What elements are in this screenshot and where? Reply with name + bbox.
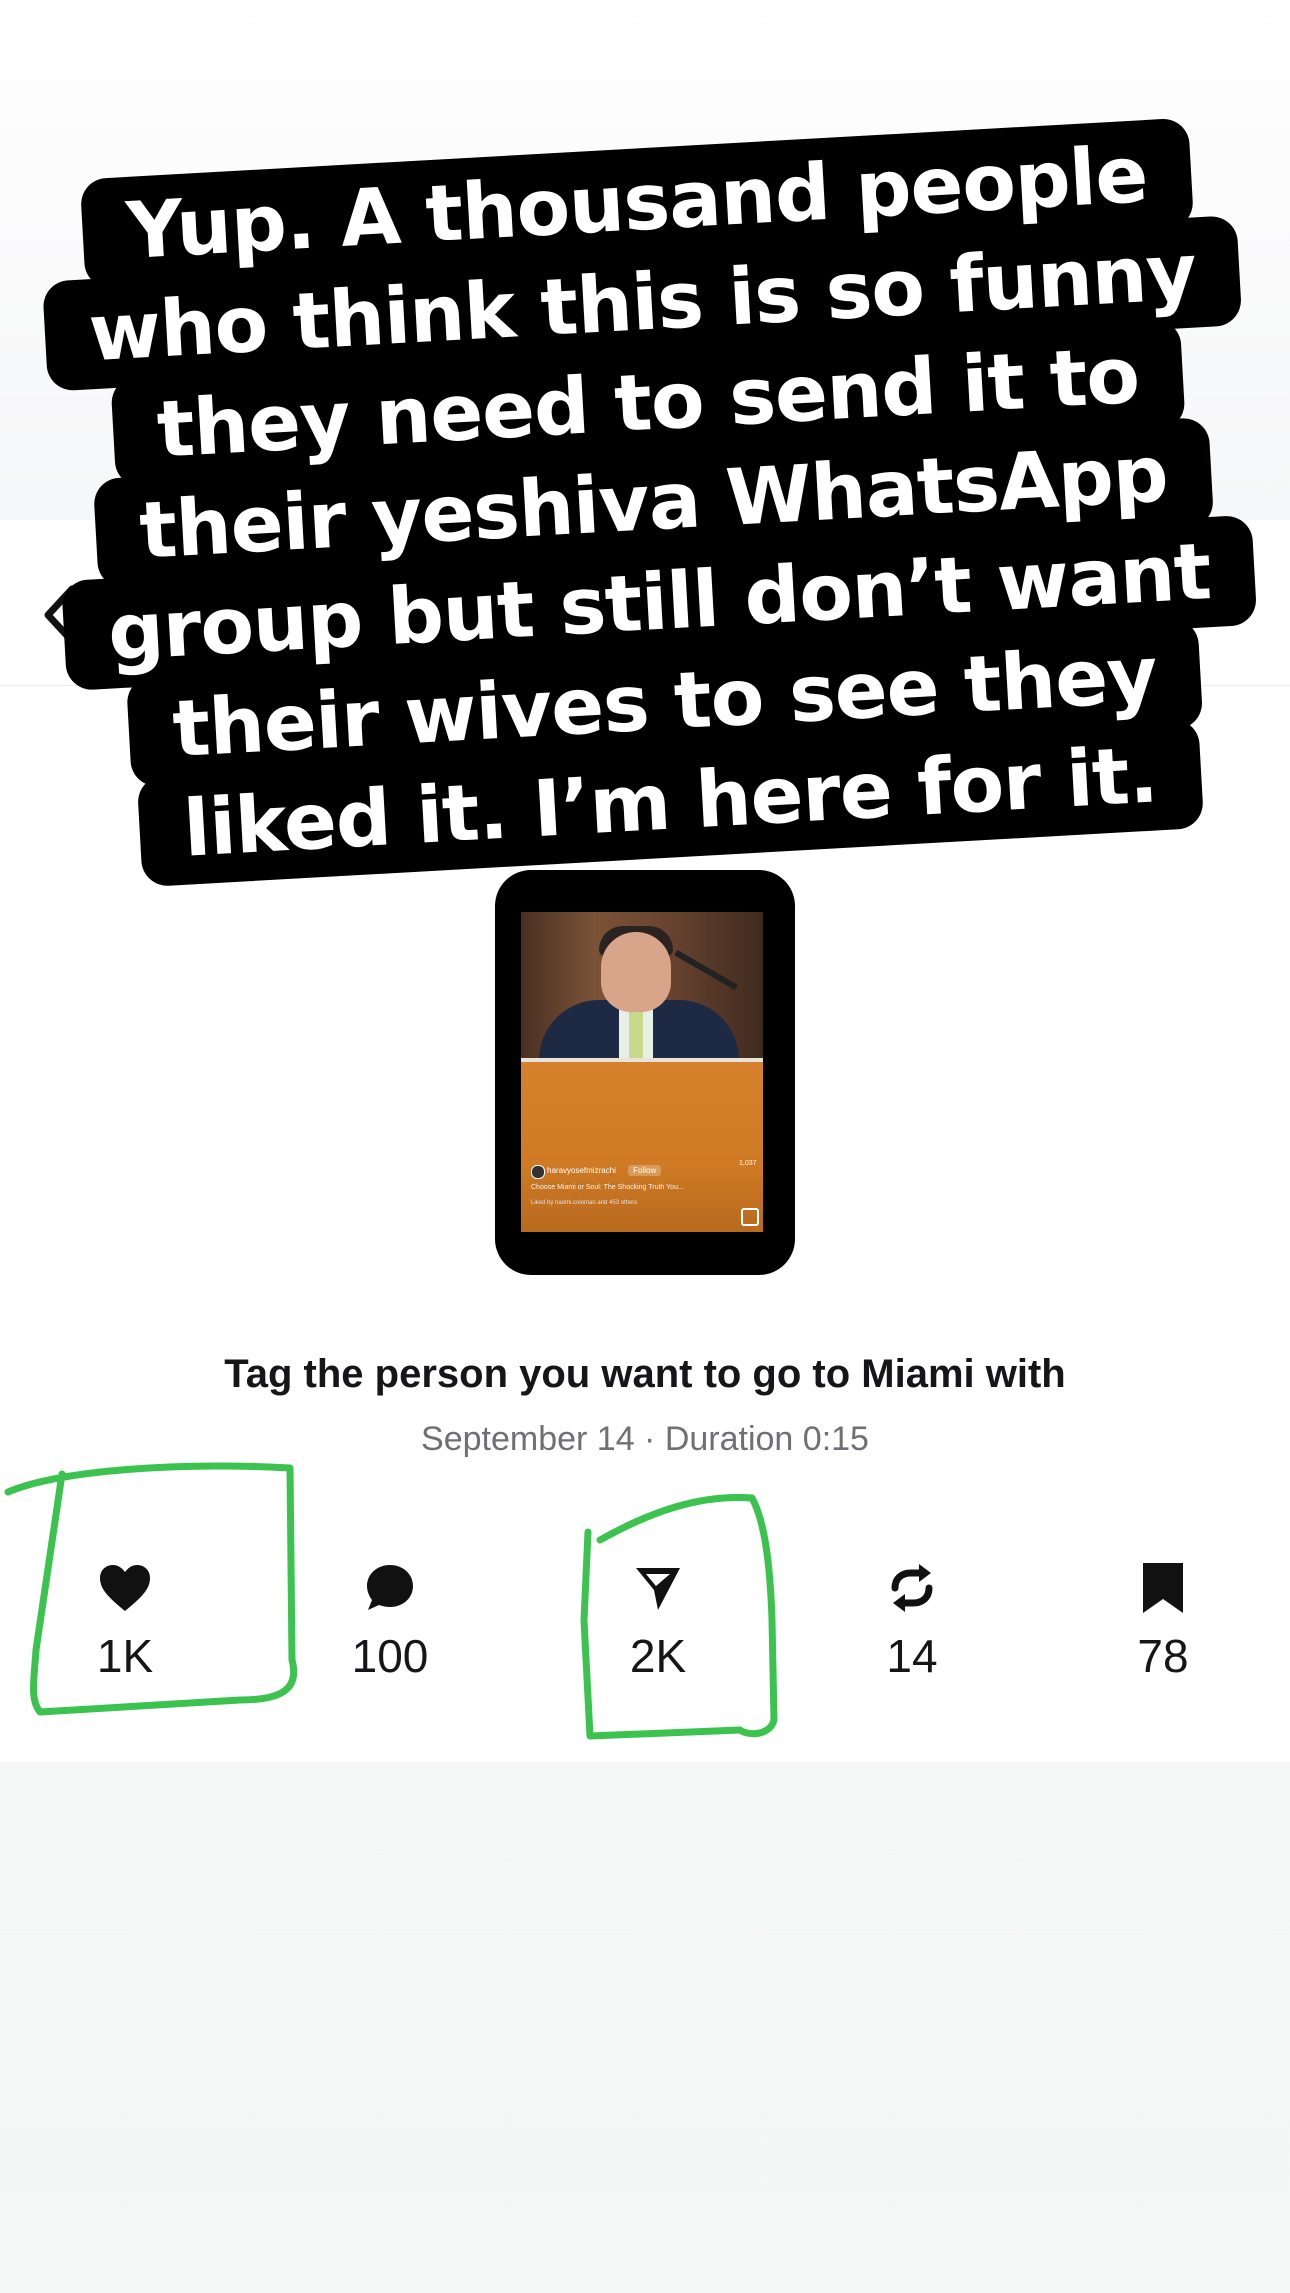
heart-icon — [97, 1560, 153, 1616]
comment-count: 100 — [351, 1630, 429, 1682]
bookmark-button[interactable]: 78 — [1083, 1560, 1243, 1690]
post-title: Tag the person you want to go to Miami w… — [224, 1352, 1066, 1396]
video-follow-label: Follow — [628, 1165, 662, 1176]
comment-icon — [362, 1560, 418, 1616]
share-count: 2K — [629, 1630, 687, 1682]
repost-button[interactable]: 14 — [832, 1560, 992, 1690]
video-caption: Choose Miami or Soul: The Shocking Truth… — [531, 1184, 684, 1191]
bookmark-count: 78 — [1137, 1630, 1189, 1682]
video-avatar — [531, 1165, 545, 1179]
video-save-icon — [741, 1208, 759, 1226]
repost-count: 14 — [886, 1630, 938, 1682]
like-button[interactable]: 1K — [45, 1560, 205, 1690]
like-count: 1K — [96, 1630, 154, 1682]
video-side-count: 1,037 — [739, 1160, 757, 1167]
post-meta: September 14 · Duration 0:15 — [421, 1420, 869, 1458]
bookmark-icon — [1135, 1560, 1191, 1616]
send-icon — [630, 1560, 686, 1616]
video-thumbnail: haravyosefmizrachi Follow Choose Miami o… — [521, 912, 763, 1232]
bottom-background — [0, 1762, 1290, 2293]
caption-overlay: Yup. A thousand people who think this is… — [8, 74, 1290, 982]
share-button[interactable]: 2K — [578, 1560, 738, 1690]
repost-icon — [884, 1560, 940, 1616]
comment-button[interactable]: 100 — [310, 1560, 470, 1690]
video-liked-by: Liked by naomi.coleman and 453 others — [531, 1200, 638, 1206]
video-username: haravyosefmizrachi Follow — [547, 1165, 662, 1176]
